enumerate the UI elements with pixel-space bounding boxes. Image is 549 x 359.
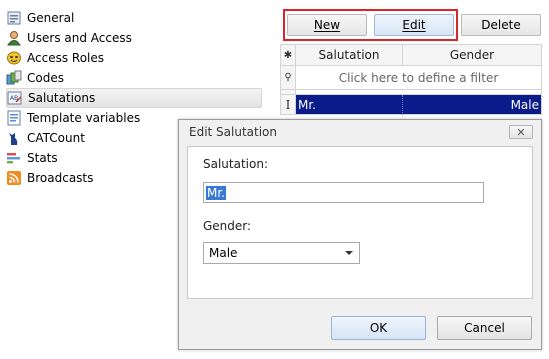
filter-row[interactable]: Click here to define a filter [296, 66, 542, 90]
sidebar-item-label: Stats [27, 151, 58, 165]
sidebar-item-label: General [27, 11, 75, 25]
gender-label: Gender: [203, 219, 252, 233]
sidebar-item-label: Salutations [28, 91, 96, 105]
mask-icon [6, 50, 22, 66]
sidebar-item-general[interactable]: General [6, 8, 262, 28]
dialog-title: Edit Salutation [179, 120, 541, 144]
sidebar-item-label: Users and Access [27, 31, 132, 45]
codes-icon [6, 70, 22, 86]
gender-select-value: Male [209, 246, 238, 260]
ok-button-label: OK [369, 321, 388, 335]
delete-button[interactable]: Delete [461, 14, 541, 36]
sidebar-item-label: Broadcasts [27, 171, 94, 185]
cat-icon [6, 130, 22, 146]
general-icon [6, 10, 22, 26]
template-icon [6, 110, 22, 126]
filter-indicator: ⚲ [280, 66, 296, 90]
close-icon: ✕ [516, 125, 526, 139]
row-indicator: I [280, 95, 296, 115]
user-icon [6, 30, 22, 46]
sidebar-item-label: Codes [27, 71, 64, 85]
salutations-grid: ✱ Salutation Gender ⚲ Click here to defi… [280, 44, 542, 124]
salutation-label: Salutation: [203, 157, 268, 171]
table-row-salutation-cell[interactable]: Mr. [296, 95, 403, 115]
salutation-icon: AB [7, 90, 23, 106]
header-indicator: ✱ [280, 44, 296, 66]
table-row-gender-cell[interactable]: Male [403, 95, 542, 115]
cancel-button[interactable]: Cancel [437, 316, 532, 340]
sidebar-item-label: Access Roles [27, 51, 105, 65]
column-header-gender[interactable]: Gender [403, 44, 542, 66]
edit-highlight-box [283, 9, 458, 41]
ok-button[interactable]: OK [331, 316, 426, 340]
sidebar-item-codes[interactable]: Codes [6, 68, 262, 88]
sidebar-item-access-roles[interactable]: Access Roles [6, 48, 262, 68]
column-header-salutation[interactable]: Salutation [296, 44, 403, 66]
chevron-down-icon [345, 251, 353, 255]
dialog-close-button[interactable]: ✕ [509, 125, 533, 139]
edit-salutation-dialog: Edit Salutation ✕ Salutation: Mr. Gender… [178, 119, 542, 350]
delete-button-label: Delete [481, 18, 521, 32]
salutation-input-value: Mr. [206, 185, 226, 200]
dialog-form-panel: Salutation: Mr. Gender: Male [187, 146, 533, 299]
sidebar-item-salutations[interactable]: AB Salutations [6, 88, 262, 108]
rss-icon [6, 170, 22, 186]
salutation-input[interactable]: Mr. [203, 182, 484, 203]
gender-select[interactable]: Male [203, 242, 360, 264]
stats-icon [6, 150, 22, 166]
sidebar-item-label: Template variables [27, 111, 141, 125]
sidebar-item-users-and-access[interactable]: Users and Access [6, 28, 262, 48]
cancel-button-label: Cancel [464, 321, 505, 335]
sidebar-item-label: CATCount [27, 131, 85, 145]
